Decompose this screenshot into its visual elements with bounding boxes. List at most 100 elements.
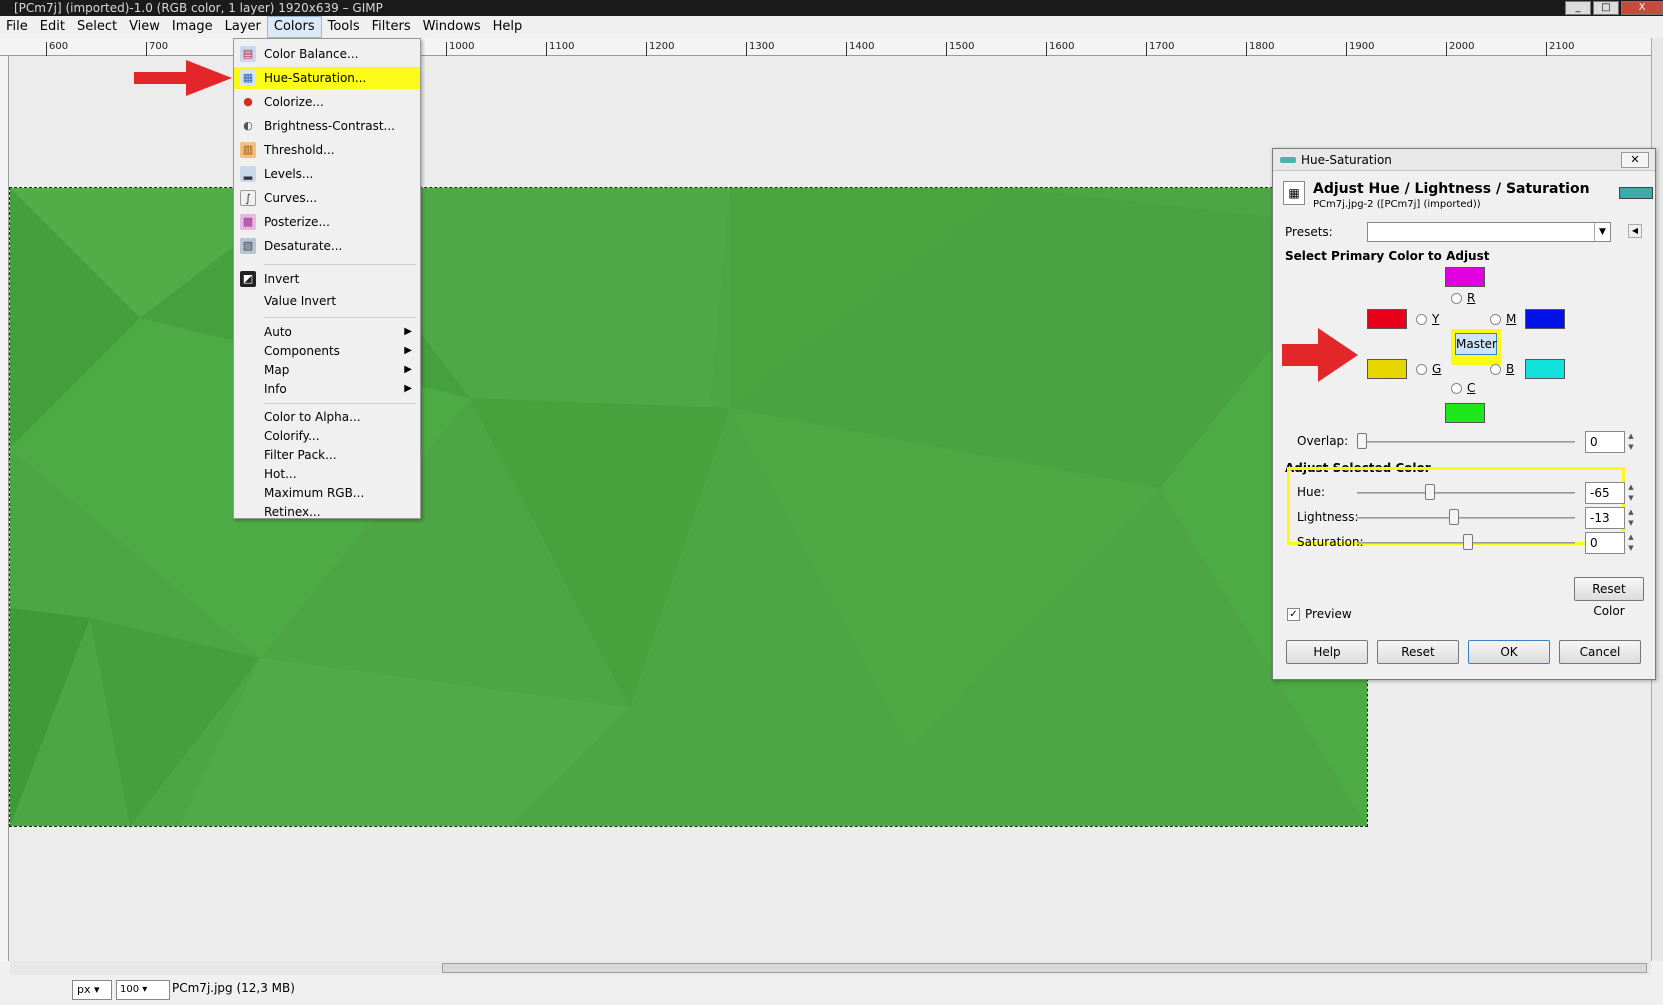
hue-slider-thumb[interactable] xyxy=(1425,484,1435,500)
menu-file[interactable]: File xyxy=(0,16,34,38)
desaturate-icon: ▧ xyxy=(240,238,256,254)
window-controls: _ □ X xyxy=(1563,0,1663,16)
red-swatch[interactable] xyxy=(1367,309,1407,329)
ruler-tick: 2000 xyxy=(1446,42,1474,56)
colorize-icon: ● xyxy=(243,95,253,108)
zoom-select[interactable]: 100 ▾ xyxy=(116,980,170,1000)
hue-spin-arrows[interactable]: ▲ ▼ xyxy=(1626,482,1636,504)
menu-item-hue-saturation[interactable]: ▦ Hue-Saturation... xyxy=(234,67,420,89)
menu-item-invert[interactable]: ◩ Invert xyxy=(234,268,420,290)
file-info: PCm7j.jpg (12,3 MB) xyxy=(172,981,295,995)
lightness-slider-thumb[interactable] xyxy=(1449,509,1459,525)
green-swatch[interactable] xyxy=(1445,403,1485,423)
yellow-swatch[interactable] xyxy=(1367,359,1407,379)
menu-item-threshold[interactable]: ▥ Threshold... xyxy=(234,139,420,161)
menu-select[interactable]: Select xyxy=(71,16,123,38)
menu-view[interactable]: View xyxy=(123,16,166,38)
hue-input[interactable]: -65 xyxy=(1585,482,1625,504)
magenta-swatch[interactable] xyxy=(1445,267,1485,287)
menu-item-colorize[interactable]: ● Colorize... xyxy=(234,91,420,113)
menu-colors[interactable]: Colors xyxy=(266,16,322,38)
master-highlight: Master xyxy=(1451,329,1501,365)
radio-b[interactable] xyxy=(1490,364,1501,375)
cyan-swatch[interactable] xyxy=(1525,359,1565,379)
ruler-tick: 1600 xyxy=(1046,42,1074,56)
overlap-input[interactable]: 0 xyxy=(1585,431,1625,453)
lightness-spin-arrows[interactable]: ▲ ▼ xyxy=(1626,507,1636,529)
menubar: File Edit Select View Image Layer Colors… xyxy=(0,16,1663,38)
chevron-down-icon[interactable]: ▼ xyxy=(1594,223,1610,241)
threshold-icon: ▥ xyxy=(240,142,256,158)
overlap-slider-thumb[interactable] xyxy=(1357,433,1367,449)
menu-item-color-balance[interactable]: ▤ Color Balance... xyxy=(234,43,420,65)
radio-y[interactable] xyxy=(1416,314,1427,325)
blue-swatch[interactable] xyxy=(1525,309,1565,329)
ruler-tick: 2100 xyxy=(1546,42,1574,56)
dialog-subheading: PCm7j.jpg-2 ([PCm7j] (imported)) xyxy=(1313,199,1481,210)
presets-combo[interactable]: ▼ xyxy=(1367,222,1611,242)
menu-filters[interactable]: Filters xyxy=(366,16,417,38)
horizontal-scroll-thumb[interactable] xyxy=(442,963,1647,973)
reset-button[interactable]: Reset xyxy=(1377,640,1459,664)
ruler-tick: 1700 xyxy=(1146,42,1174,56)
unit-select[interactable]: px ▾ xyxy=(72,980,112,1000)
radio-g[interactable] xyxy=(1416,364,1427,375)
menu-item-retinex[interactable]: Retinex... xyxy=(234,501,420,523)
overlap-spin-arrows[interactable]: ▲ ▼ xyxy=(1626,431,1636,453)
menu-edit[interactable]: Edit xyxy=(34,16,71,38)
ok-button[interactable]: OK xyxy=(1468,640,1550,664)
saturation-input[interactable]: 0 xyxy=(1585,532,1625,554)
menu-item-posterize[interactable]: ▩ Posterize... xyxy=(234,211,420,233)
hue-slider-track[interactable] xyxy=(1357,492,1575,494)
cancel-button[interactable]: Cancel xyxy=(1559,640,1641,664)
menu-help[interactable]: Help xyxy=(487,16,529,38)
close-window-button[interactable]: X xyxy=(1621,1,1663,15)
dialog-close-button[interactable]: ✕ xyxy=(1621,152,1649,168)
window-title: [PCm7j] (imported)-1.0 (RGB color, 1 lay… xyxy=(14,1,383,15)
presets-menu-button[interactable]: ◀ xyxy=(1628,224,1642,238)
menu-item-desaturate[interactable]: ▧ Desaturate... xyxy=(234,235,420,257)
ruler-tick: 1300 xyxy=(746,42,774,56)
statusbar: px ▾ 100 ▾ PCm7j.jpg (12,3 MB) xyxy=(0,975,1663,1005)
hue-label: Hue: xyxy=(1297,485,1326,499)
green-image-layer[interactable] xyxy=(9,187,1368,827)
label-c: C xyxy=(1467,381,1476,395)
dialog-titlebar: Hue-Saturation ✕ xyxy=(1273,149,1655,171)
dialog-header: ▦ Adjust Hue / Lightness / Saturation PC… xyxy=(1283,179,1653,215)
presets-label: Presets: xyxy=(1285,225,1333,239)
dialog-title: Hue-Saturation xyxy=(1301,153,1392,167)
menu-item-levels[interactable]: ▂ Levels... xyxy=(234,163,420,185)
window-titlebar: [PCm7j] (imported)-1.0 (RGB color, 1 lay… xyxy=(0,0,1663,16)
ruler-tick: 700 xyxy=(146,42,168,56)
radio-m[interactable] xyxy=(1490,314,1501,325)
menu-item-curves[interactable]: ∫ Curves... xyxy=(234,187,420,209)
menu-separator xyxy=(264,317,416,318)
menu-item-brightness-contrast[interactable]: ◐ Brightness-Contrast... xyxy=(234,115,420,137)
preview-checkbox[interactable]: ✓ xyxy=(1287,608,1300,621)
vertical-ruler xyxy=(0,56,9,961)
menu-item-info[interactable]: Info ▶ xyxy=(234,378,420,400)
master-button[interactable]: Master xyxy=(1455,333,1497,355)
radio-c[interactable] xyxy=(1451,383,1462,394)
minimize-button[interactable]: _ xyxy=(1565,1,1591,15)
zoom-value: 100 xyxy=(120,984,140,995)
saturation-spin-arrows[interactable]: ▲ ▼ xyxy=(1626,532,1636,554)
maximize-button[interactable]: □ xyxy=(1593,1,1619,15)
radio-r[interactable] xyxy=(1451,293,1462,304)
preview-swatch xyxy=(1619,187,1653,199)
label-b: B xyxy=(1506,362,1515,376)
menu-tools[interactable]: Tools xyxy=(322,16,366,38)
menu-item-value-invert[interactable]: Value Invert xyxy=(234,290,420,312)
menu-layer[interactable]: Layer xyxy=(219,16,267,38)
saturation-slider-thumb[interactable] xyxy=(1463,534,1473,550)
ruler-tick: 1800 xyxy=(1246,42,1274,56)
colors-menu: ▤ Color Balance... ▦ Hue-Saturation... ● Co… xyxy=(233,38,421,519)
menu-image[interactable]: Image xyxy=(166,16,219,38)
reset-color-button[interactable]: Reset Color xyxy=(1574,577,1644,618)
lightness-slider-track[interactable] xyxy=(1357,517,1575,519)
lightness-input[interactable]: -13 xyxy=(1585,507,1625,529)
menu-windows[interactable]: Windows xyxy=(417,16,487,38)
overlap-slider-track[interactable] xyxy=(1357,441,1575,443)
horizontal-scrollbar[interactable] xyxy=(10,961,1651,975)
help-button[interactable]: Help xyxy=(1286,640,1368,664)
